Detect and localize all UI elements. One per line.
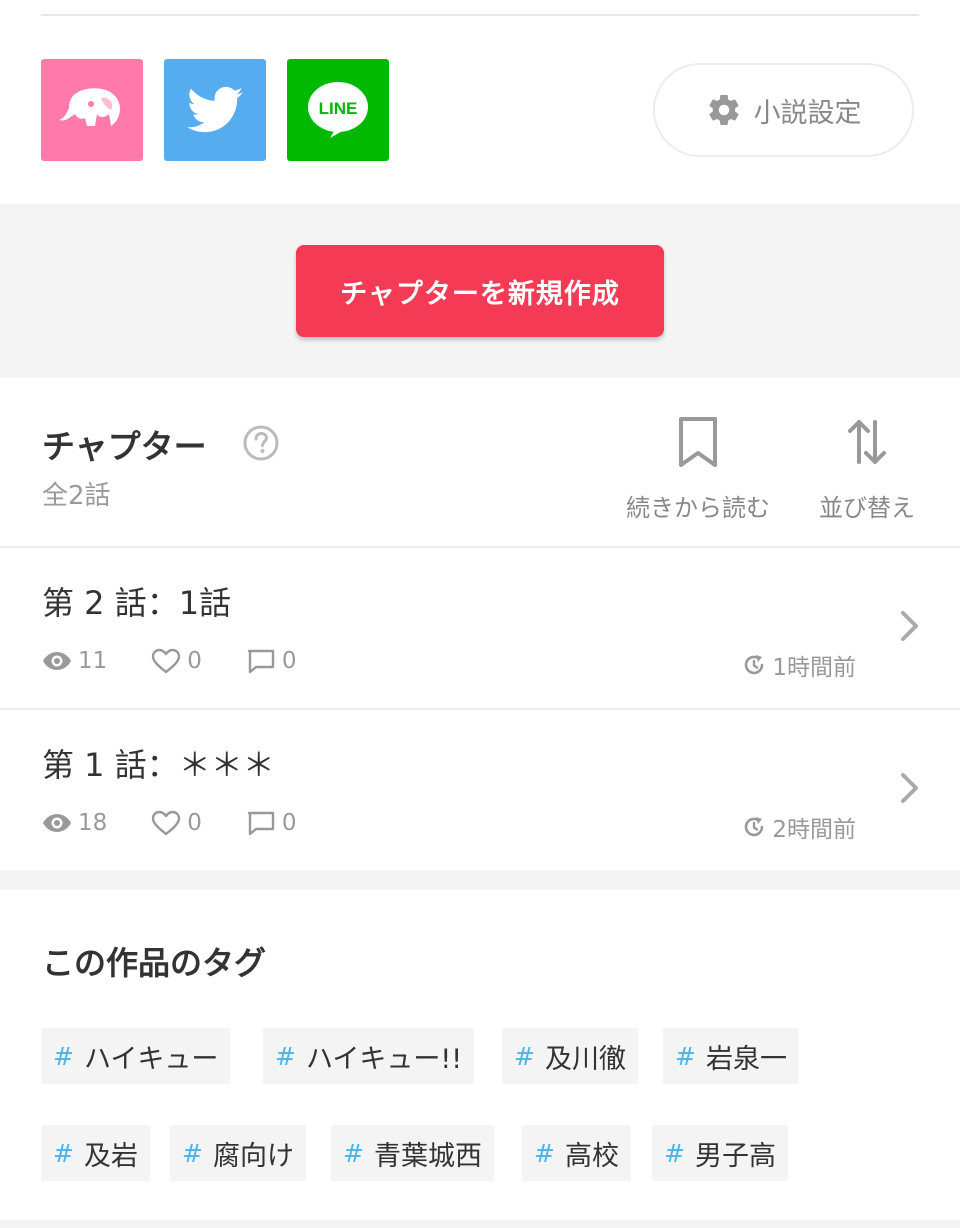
tag-chip[interactable]: # ハイキュー!! (263, 1028, 475, 1084)
tag-chip[interactable]: # ハイキュー (41, 1028, 231, 1084)
create-section: チャプターを新規作成 (0, 204, 960, 378)
view-count-value: 18 (78, 810, 108, 836)
help-icon[interactable] (243, 425, 279, 461)
chapter-heading: チャプター (42, 427, 207, 466)
comment-count-value: 0 (281, 648, 297, 674)
eye-icon (43, 814, 71, 832)
heart-icon (152, 810, 181, 836)
elephant-icon (59, 88, 120, 126)
tag-label: 青葉城西 (373, 1140, 482, 1172)
hash-icon: # (675, 1041, 696, 1071)
comment-count: 0 (246, 648, 297, 674)
chapter-section: チャプター 全2話 続きから読む 並び替え 第 2 話：1話 11 0 0 1時… (0, 378, 960, 870)
tag-chip[interactable]: # 及川徹 (502, 1028, 638, 1084)
view-count-value: 11 (78, 648, 108, 674)
clock-refresh-icon (745, 817, 764, 837)
tag-label: 高校 (564, 1140, 619, 1172)
chapter-row[interactable]: 第 1 話：＊＊＊ 18 0 0 2時間前 (0, 708, 960, 870)
tag-section: この作品のタグ # ハイキュー # ハイキュー!! # 及川徹 # 岩泉一 # … (0, 890, 960, 1220)
tag-chip[interactable]: # 男子高 (652, 1125, 788, 1181)
hash-icon: # (275, 1041, 296, 1071)
share-section: LINE 小説設定 (0, 0, 960, 204)
tag-label: 男子高 (694, 1140, 776, 1172)
create-chapter-button[interactable]: チャプターを新規作成 (296, 245, 664, 337)
eye-icon (43, 652, 71, 670)
view-count: 18 (42, 810, 107, 836)
tag-chip[interactable]: # 及岩 (41, 1125, 150, 1181)
updated-time: 1時間前 (742, 648, 856, 682)
like-count: 0 (151, 810, 202, 836)
updated-time-value: 1時間前 (772, 655, 856, 681)
comment-count: 0 (246, 810, 297, 836)
tag-label: ハイキュー!! (305, 1043, 463, 1075)
bookmark-icon (679, 417, 717, 467)
share-estar-button[interactable] (41, 59, 143, 161)
comment-count-value: 0 (281, 810, 297, 836)
sort-button[interactable]: 並び替え (812, 416, 922, 523)
chapter-title: 第 2 話：1話 (42, 584, 232, 622)
hash-icon: # (182, 1138, 203, 1168)
updated-time: 2時間前 (742, 810, 856, 844)
hash-icon: # (53, 1041, 74, 1071)
chapter-row[interactable]: 第 2 話：1話 11 0 0 1時間前 (0, 546, 960, 708)
chevron-right-icon (901, 611, 918, 641)
hash-icon: # (53, 1138, 74, 1168)
share-twitter-button[interactable] (164, 59, 266, 161)
line-logo-text: LINE (319, 99, 358, 118)
chapter-stats: 11 0 0 (42, 648, 341, 674)
tag-label: 及川徹 (544, 1043, 626, 1075)
tag-label: ハイキュー (83, 1043, 219, 1075)
like-count-value: 0 (187, 648, 202, 674)
hash-icon: # (343, 1138, 364, 1168)
like-count: 0 (151, 648, 202, 674)
continue-reading-label: 続きから読む (626, 494, 770, 522)
hash-icon: # (514, 1041, 535, 1071)
continue-reading-button[interactable]: 続きから読む (620, 416, 776, 523)
hash-icon: # (534, 1138, 555, 1168)
share-line-button[interactable]: LINE (287, 59, 389, 161)
hash-icon: # (664, 1138, 685, 1168)
tag-chip[interactable]: # 腐向け (170, 1125, 306, 1181)
sort-arrows-icon (848, 420, 886, 464)
twitter-bird-icon (187, 86, 243, 133)
sort-label: 並び替え (819, 494, 915, 522)
chapter-stats: 18 0 0 (42, 810, 341, 836)
like-count-value: 0 (187, 810, 202, 836)
tag-chip[interactable]: # 岩泉一 (663, 1028, 799, 1084)
novel-settings-label: 小説設定 (753, 97, 862, 129)
chevron-right-icon (901, 773, 918, 803)
comment-icon (247, 811, 275, 836)
tag-chip[interactable]: # 青葉城西 (331, 1125, 494, 1181)
chapter-count: 全2話 (42, 481, 111, 511)
divider (41, 14, 919, 16)
view-count: 11 (42, 648, 107, 674)
comment-icon (247, 649, 275, 674)
updated-time-value: 2時間前 (772, 817, 856, 843)
tag-heading: この作品のタグ (42, 944, 267, 982)
line-icon: LINE (308, 82, 368, 138)
clock-refresh-icon (745, 655, 764, 675)
novel-settings-button[interactable]: 小説設定 (653, 63, 914, 157)
chapter-title: 第 1 話：＊＊＊ (42, 746, 275, 784)
gear-icon (708, 95, 739, 125)
tag-label: 腐向け (212, 1140, 294, 1172)
tag-label: 岩泉一 (705, 1043, 787, 1075)
tag-chip[interactable]: # 高校 (522, 1125, 631, 1181)
heart-icon (152, 648, 181, 674)
tag-label: 及岩 (83, 1140, 138, 1172)
